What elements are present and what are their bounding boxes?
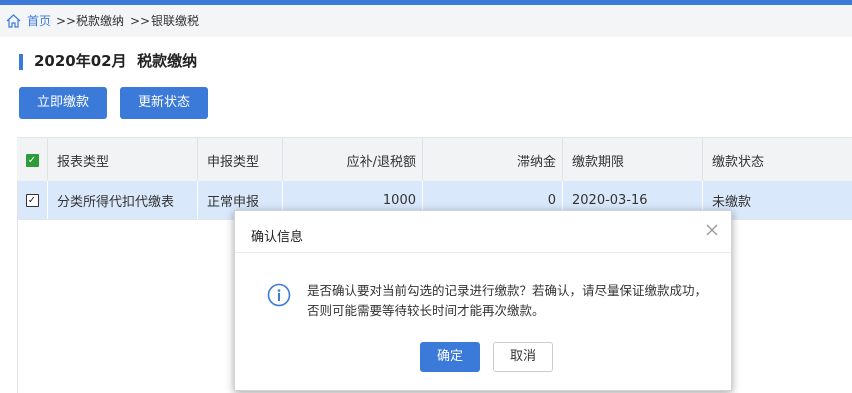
refresh-status-button[interactable]: 更新状态 (120, 87, 208, 119)
col-header-amount: 应补/退税额 (283, 138, 423, 182)
col-header-status: 缴款状态 (712, 154, 765, 170)
pay-now-button[interactable]: 立即缴款 (19, 87, 107, 119)
breadcrumb: 首页 >> 税款缴纳 >> 银联缴税 (0, 5, 852, 37)
title-marker (19, 54, 23, 70)
confirm-dialog: 确认信息 是否确认要对当前勾选的记录进行缴款？若确认，请尽量保证缴款成功，否则可… (234, 210, 732, 391)
confirm-button[interactable]: 确定 (420, 342, 480, 372)
col-header-late-fee: 滞纳金 (423, 138, 563, 182)
info-icon (267, 283, 291, 307)
close-icon[interactable] (705, 223, 719, 237)
home-icon[interactable] (6, 14, 21, 28)
breadcrumb-separator: >> (56, 14, 77, 28)
dialog-divider (235, 252, 731, 253)
header-checkbox-cell[interactable]: ✓ (17, 138, 48, 182)
col-header-declare-type: 申报类型 (198, 138, 283, 182)
page-title: 2020年02月 税款缴纳 (34, 52, 198, 70)
breadcrumb-item-unionpay-tax: 银联缴税 (151, 14, 200, 28)
col-header-deadline: 缴款期限 (563, 138, 703, 182)
row-checkbox-cell[interactable]: ✓ (17, 181, 48, 219)
select-all-checkbox[interactable]: ✓ (25, 153, 39, 167)
table-left-border (17, 181, 18, 393)
row-checkbox[interactable]: ✓ (25, 193, 39, 207)
cancel-button[interactable]: 取消 (493, 342, 553, 372)
breadcrumb-separator: >> (130, 14, 151, 28)
col-header-report-type: 报表类型 (48, 138, 198, 182)
breadcrumb-home-link[interactable]: 首页 (27, 5, 51, 37)
cell-report-type: 分类所得代扣代缴表 (48, 181, 198, 219)
dialog-message: 是否确认要对当前勾选的记录进行缴款？若确认，请尽量保证缴款成功，否则可能需要等待… (307, 283, 708, 318)
table-header: ✓ 报表类型 申报类型 应补/退税额 滞纳金 缴款期限 缴款状态 (17, 137, 852, 182)
breadcrumb-item-tax-payment[interactable]: 税款缴纳 (76, 5, 124, 37)
dialog-title: 确认信息 (251, 230, 304, 245)
